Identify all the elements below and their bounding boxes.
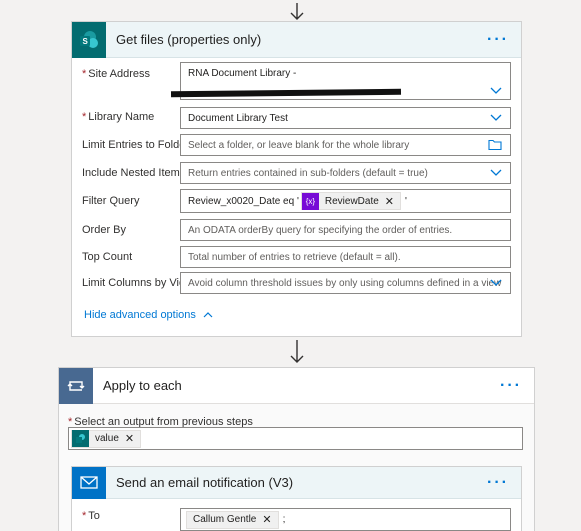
more-options-icon[interactable]: ··· (487, 31, 509, 48)
chevron-down-icon[interactable] (490, 279, 502, 287)
site-address-field[interactable]: RNA Document Library - (170, 62, 511, 100)
limit-folder-field[interactable]: Select a folder, or leave blank for the … (180, 134, 511, 156)
folder-icon[interactable] (488, 139, 502, 151)
nested-label: Include Nested Items (82, 167, 186, 179)
mail-icon (72, 466, 106, 499)
library-name-label: * Library Name (82, 111, 155, 123)
get-files-card: S Get files (properties only) ··· * Site … (71, 21, 522, 337)
get-files-header[interactable]: S Get files (properties only) ··· (72, 21, 521, 58)
order-by-field[interactable]: An ODATA orderBy query for specifying th… (180, 219, 511, 241)
chevron-up-icon (203, 312, 213, 318)
svg-text:S: S (83, 37, 89, 46)
chevron-down-icon[interactable] (490, 169, 502, 177)
remove-token-icon[interactable]: ✕ (125, 432, 134, 445)
redaction-bar (170, 88, 402, 98)
to-field[interactable]: Callum Gentle ✕ ; (180, 508, 511, 531)
top-count-field[interactable]: Total number of entries to retrieve (def… (180, 246, 511, 268)
value-token[interactable]: value ✕ (71, 429, 142, 448)
filter-query-field[interactable]: Review_x0020_Date eq ' {x} ReviewDate ✕ … (180, 189, 511, 213)
send-email-card: Send an email notification (V3) ··· * To … (71, 466, 522, 531)
remove-token-icon[interactable]: ✕ (385, 195, 394, 208)
limit-columns-field[interactable]: Avoid column threshold issues by only us… (180, 272, 511, 294)
remove-token-icon[interactable]: ✕ (262, 513, 271, 526)
top-count-label: Top Count (82, 251, 133, 263)
recipient-token[interactable]: Callum Gentle ✕ (186, 510, 279, 529)
card-title: Apply to each (103, 378, 182, 393)
library-name-field[interactable]: Document Library Test (180, 107, 511, 129)
reviewdate-token[interactable]: {x} ReviewDate ✕ (300, 192, 402, 210)
flow-arrow-middle (287, 339, 307, 363)
card-title: Send an email notification (V3) (116, 475, 294, 490)
select-output-field[interactable]: value ✕ (68, 427, 523, 450)
limit-folder-label: Limit Entries to Folder (82, 139, 189, 151)
send-email-header[interactable]: Send an email notification (V3) ··· (72, 466, 521, 499)
to-label: * To (82, 510, 100, 522)
chevron-down-icon[interactable] (490, 114, 502, 122)
sharepoint-icon: S (72, 21, 106, 58)
more-options-icon[interactable]: ··· (500, 377, 522, 394)
site-address-label: * Site Address (82, 68, 151, 80)
limit-columns-label: Limit Columns by View (82, 277, 194, 289)
loop-icon (59, 367, 93, 404)
hide-advanced-options-link[interactable]: Hide advanced options (84, 309, 213, 321)
filter-query-label: Filter Query (82, 195, 140, 207)
apply-to-each-header[interactable]: Apply to each ··· (59, 367, 534, 404)
more-options-icon[interactable]: ··· (487, 474, 509, 491)
variable-icon: {x} (301, 192, 319, 210)
order-by-label: Order By (82, 224, 127, 236)
sharepoint-icon (72, 430, 89, 447)
chevron-down-icon[interactable] (490, 87, 502, 95)
card-title: Get files (properties only) (116, 32, 262, 47)
nested-field[interactable]: Return entries contained in sub-folders … (180, 162, 511, 184)
